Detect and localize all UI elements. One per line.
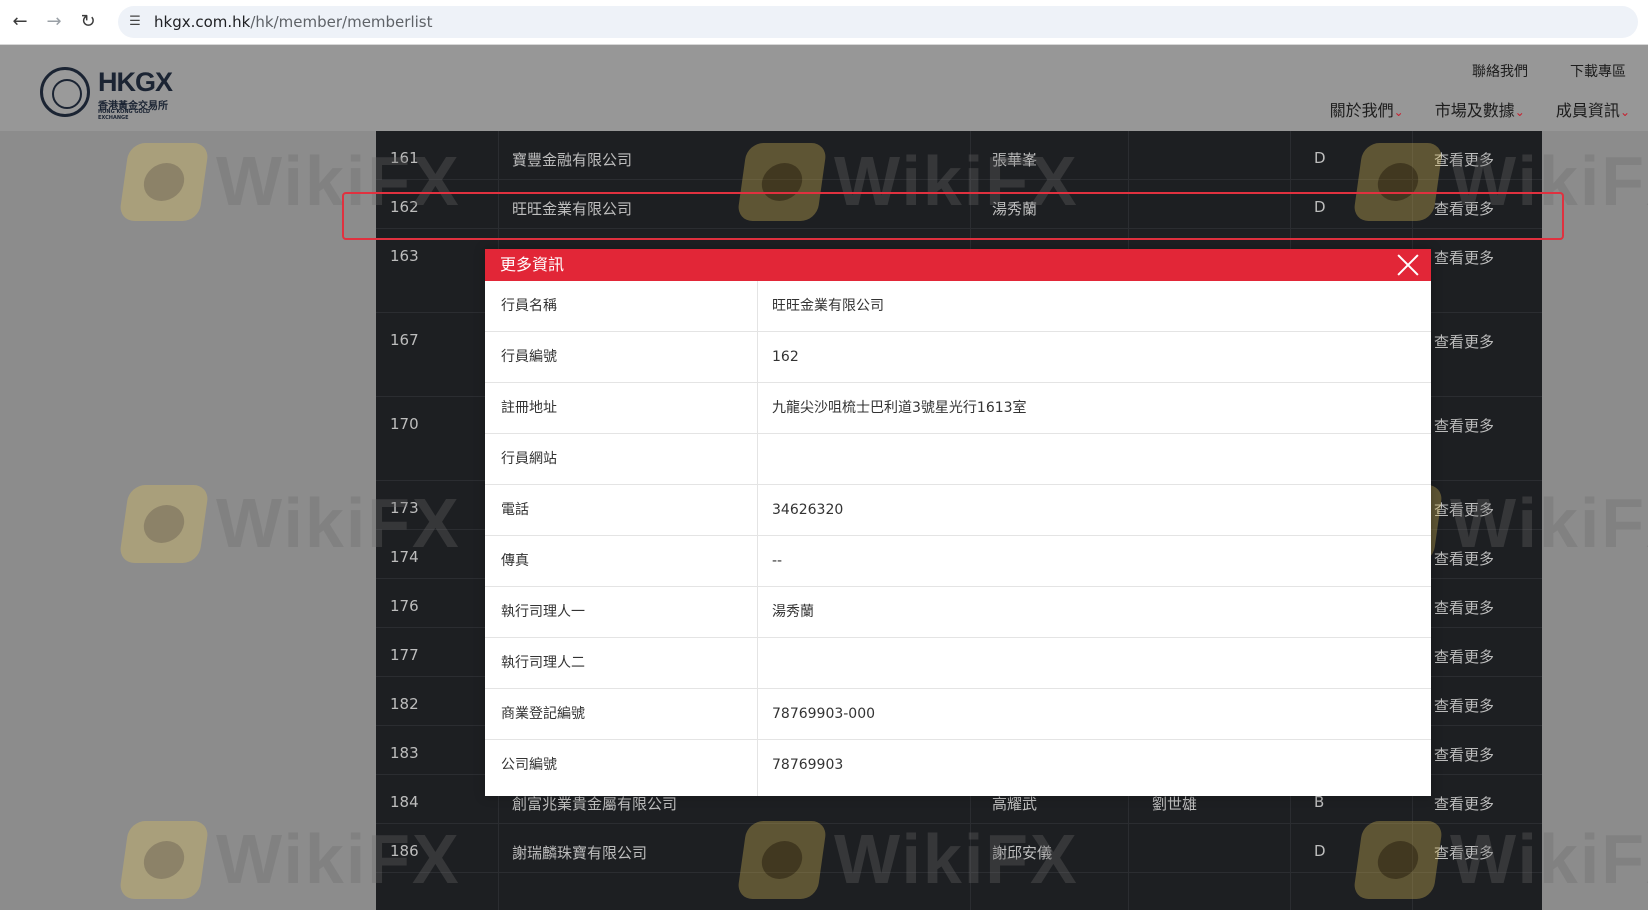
info-label: 商業登記編號: [501, 706, 585, 722]
chevron-down-icon: ⌄: [1619, 105, 1630, 119]
info-label: 行員網站: [501, 451, 557, 467]
row-number: 182: [390, 695, 419, 713]
info-row: 公司編號 78769903: [485, 740, 1431, 796]
manager-two: 劉世雄: [1152, 795, 1198, 813]
row-number: 176: [390, 597, 419, 615]
download-link[interactable]: 下載專區: [1570, 64, 1626, 80]
address-bar[interactable]: ☰ hkgx.com.hk/hk/member/memberlist: [118, 6, 1638, 38]
url-path: /hk/member/memberlist: [250, 13, 433, 31]
info-value: --: [772, 553, 783, 569]
seal-icon: [40, 67, 90, 117]
info-label: 執行司理人二: [501, 655, 585, 671]
top-links: 聯絡我們 下載專區: [1430, 61, 1626, 81]
row-number: 177: [390, 646, 419, 664]
row-number: 183: [390, 744, 419, 762]
nav-members[interactable]: 成員資訊⌄: [1556, 101, 1630, 120]
view-more-link[interactable]: 查看更多: [1434, 331, 1494, 352]
logo-subtitle-en: HONG KONG GOLD EXCHANGE: [98, 109, 151, 121]
chevron-down-icon: ⌄: [1393, 105, 1404, 119]
main-nav: 關於我們⌄ 市場及數據⌄ 成員資訊⌄: [1304, 97, 1630, 121]
info-value: 78769903-000: [772, 706, 876, 722]
info-value: 旺旺金業有限公司: [772, 298, 884, 314]
table-row: 186 謝瑞麟珠寶有限公司 謝邱安儀 D 查看更多: [376, 824, 1542, 873]
modal-title: 更多資訊: [500, 255, 565, 274]
forward-icon[interactable]: →: [42, 10, 66, 34]
info-label: 行員編號: [501, 349, 557, 365]
table-row: 161 寶豐金融有限公司 張華峯 D 查看更多: [376, 131, 1542, 180]
row-number: 174: [390, 548, 419, 566]
member-name: 謝瑞麟珠寶有限公司: [512, 844, 648, 862]
view-more-link[interactable]: 查看更多: [1434, 247, 1494, 268]
reload-icon[interactable]: ↻: [76, 10, 100, 34]
info-label: 電話: [501, 502, 529, 518]
view-more-link[interactable]: 查看更多: [1434, 415, 1494, 436]
logo-text: HKGX: [98, 67, 173, 97]
info-value: 34626320: [772, 502, 844, 518]
member-name: 創富兆業貴金屬有限公司: [512, 795, 678, 813]
manager-one: 張華峯: [992, 151, 1038, 169]
nav-about[interactable]: 關於我們⌄: [1330, 101, 1404, 120]
url-host: hkgx.com.hk: [154, 13, 251, 31]
back-icon[interactable]: ←: [8, 10, 32, 34]
info-label: 行員名稱: [501, 298, 557, 314]
hkgx-logo[interactable]: HKGX 香港黃金交易所 HONG KONG GOLD EXCHANGE: [40, 67, 180, 121]
nav-market-label: 市場及數據: [1434, 101, 1515, 120]
nav-members-label: 成員資訊: [1555, 101, 1620, 120]
member-grade: D: [1314, 149, 1326, 167]
row-number: 163: [390, 247, 419, 265]
view-more-link[interactable]: 查看更多: [1434, 842, 1494, 863]
view-more-link[interactable]: 查看更多: [1434, 149, 1494, 170]
row-number: 184: [390, 793, 419, 811]
info-row: 行員編號 162: [485, 332, 1431, 383]
site-header: HKGX 香港黃金交易所 HONG KONG GOLD EXCHANGE 聯絡我…: [0, 45, 1648, 131]
info-row: 行員名稱 旺旺金業有限公司: [485, 281, 1431, 332]
manager-one: 謝邱安儀: [992, 844, 1053, 862]
view-more-link[interactable]: 查看更多: [1434, 695, 1494, 716]
eagle-icon: [118, 485, 210, 563]
nav-market[interactable]: 市場及數據⌄: [1435, 101, 1525, 120]
chevron-down-icon: ⌄: [1514, 105, 1525, 119]
row-number: 173: [390, 499, 419, 517]
info-row: 商業登記編號 78769903-000: [485, 689, 1431, 740]
info-label: 執行司理人一: [501, 604, 585, 620]
info-row: 執行司理人一 湯秀蘭: [485, 587, 1431, 638]
close-icon[interactable]: [1395, 252, 1421, 278]
info-label: 註冊地址: [501, 400, 557, 416]
row-number: 167: [390, 331, 419, 349]
info-row: 執行司理人二: [485, 638, 1431, 689]
member-name: 寶豐金融有限公司: [512, 151, 633, 169]
eagle-icon: [118, 821, 210, 899]
member-grade: D: [1314, 842, 1326, 860]
info-row: 註冊地址 九龍尖沙咀梳士巴利道3號星光行1613室: [485, 383, 1431, 434]
info-row: 電話 34626320: [485, 485, 1431, 536]
nav-about-label: 關於我們: [1329, 101, 1394, 120]
row-number: 186: [390, 842, 419, 860]
url-text[interactable]: hkgx.com.hk/hk/member/memberlist: [154, 6, 432, 38]
row-number: 170: [390, 415, 419, 433]
info-value: 162: [772, 349, 799, 365]
view-more-link[interactable]: 查看更多: [1434, 499, 1494, 520]
info-value: 九龍尖沙咀梳士巴利道3號星光行1613室: [772, 400, 1027, 416]
browser-toolbar: ← → ↻ ☰ hkgx.com.hk/hk/member/memberlist: [0, 0, 1648, 45]
site-info-icon[interactable]: ☰: [126, 13, 144, 31]
view-more-link[interactable]: 查看更多: [1434, 793, 1494, 814]
view-more-link[interactable]: 查看更多: [1434, 548, 1494, 569]
eagle-icon: [118, 143, 210, 221]
info-row: 傳真 --: [485, 536, 1431, 587]
row-number: 161: [390, 149, 419, 167]
info-value: 78769903: [772, 757, 844, 773]
info-label: 傳真: [501, 553, 529, 569]
info-row: 行員網站: [485, 434, 1431, 485]
contact-link[interactable]: 聯絡我們: [1472, 64, 1528, 80]
more-info-modal: 更多資訊 行員名稱 旺旺金業有限公司 行員編號 162 註冊地址 九龍尖沙咀梳士巴利道…: [485, 249, 1431, 796]
selected-row-highlight: [342, 192, 1564, 240]
view-more-link[interactable]: 查看更多: [1434, 597, 1494, 618]
view-more-link[interactable]: 查看更多: [1434, 744, 1494, 765]
info-value: 湯秀蘭: [772, 604, 814, 620]
view-more-link[interactable]: 查看更多: [1434, 646, 1494, 667]
manager-one: 高耀武: [992, 795, 1038, 813]
modal-header: 更多資訊: [485, 249, 1431, 281]
info-label: 公司編號: [501, 757, 557, 773]
